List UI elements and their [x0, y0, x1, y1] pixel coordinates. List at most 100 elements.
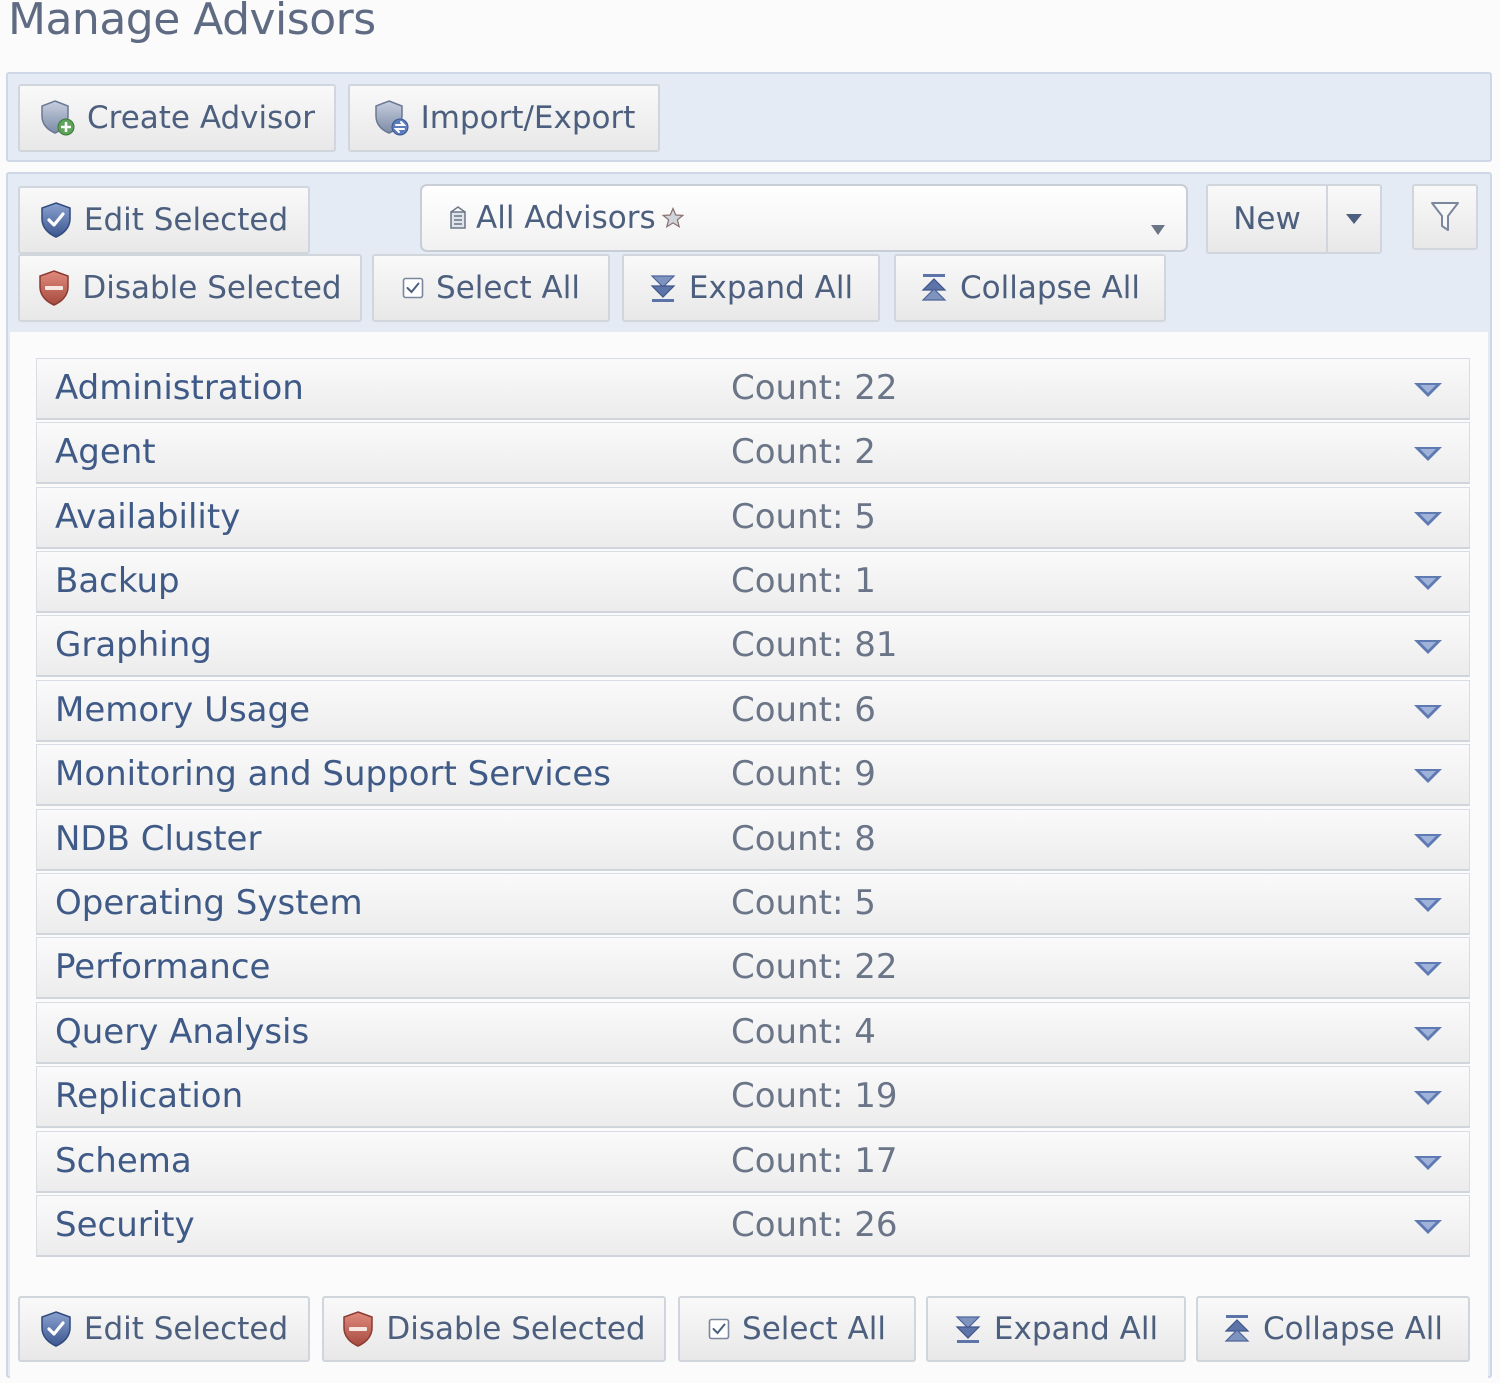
category-count: Count: 26 [731, 1205, 898, 1245]
category-count: Count: 81 [731, 625, 898, 665]
checkbox-icon [708, 1318, 730, 1340]
category-row-replication[interactable]: Replication Count: 19 [36, 1066, 1470, 1128]
category-count: Count: 22 [731, 368, 898, 408]
chevron-down-icon[interactable] [1413, 445, 1443, 467]
category-name: Backup [55, 561, 180, 601]
category-row-security[interactable]: Security Count: 26 [36, 1195, 1470, 1257]
chevron-down-icon[interactable] [1413, 832, 1443, 854]
category-name: Graphing [55, 625, 212, 665]
category-row-performance[interactable]: Performance Count: 22 [36, 937, 1470, 999]
category-count: Count: 8 [731, 819, 876, 859]
chevron-down-icon[interactable] [1413, 574, 1443, 596]
advisor-filter-select[interactable]: All Advisors [420, 184, 1188, 252]
category-count: Count: 6 [731, 690, 876, 730]
category-name: NDB Cluster [55, 819, 262, 859]
double-chevron-up-icon [1223, 1314, 1251, 1344]
category-row-administration[interactable]: Administration Count: 22 [36, 358, 1470, 420]
chevron-down-icon[interactable] [1413, 638, 1443, 660]
disable-selected-label: Disable Selected [82, 270, 342, 306]
import-export-label: Import/Export [420, 100, 636, 136]
category-name: Performance [55, 947, 271, 987]
category-name: Administration [55, 368, 304, 408]
category-row-ndb-cluster[interactable]: NDB Cluster Count: 8 [36, 809, 1470, 871]
category-name: Operating System [55, 883, 363, 923]
shield-check-icon [40, 202, 72, 238]
select-all-label: Select All [436, 270, 580, 306]
bottom-disable-selected-button[interactable]: Disable Selected [322, 1296, 666, 1362]
shield-minus-icon [342, 1311, 374, 1347]
star-icon [661, 207, 684, 229]
new-filter-label: New [1233, 201, 1301, 237]
filter-button[interactable] [1412, 184, 1478, 250]
chevron-down-icon[interactable] [1413, 1089, 1443, 1111]
category-row-query-analysis[interactable]: Query Analysis Count: 4 [36, 1002, 1470, 1064]
checkbox-icon [402, 277, 424, 299]
new-filter-button[interactable]: New [1206, 184, 1326, 254]
expand-all-label: Expand All [688, 270, 854, 306]
chevron-down-icon[interactable] [1413, 510, 1443, 532]
category-name: Memory Usage [55, 690, 311, 730]
category-count: Count: 4 [731, 1012, 876, 1052]
edit-selected-button[interactable]: Edit Selected [18, 186, 310, 254]
category-name: Query Analysis [55, 1012, 310, 1052]
bottom-edit-selected-label: Edit Selected [83, 1311, 289, 1347]
double-chevron-down-icon [954, 1314, 982, 1344]
advisor-actions-toolbar: Create Advisor Import/Export [6, 72, 1492, 162]
bottom-edit-selected-button[interactable]: Edit Selected [18, 1296, 310, 1362]
advisor-category-list: Administration Count: 22 Agent Count: 2 … [10, 332, 1488, 1383]
shield-check-icon [40, 1311, 72, 1347]
bottom-disable-selected-label: Disable Selected [386, 1311, 646, 1347]
category-name: Agent [55, 432, 156, 472]
category-row-agent[interactable]: Agent Count: 2 [36, 422, 1470, 484]
advisors-panel: Edit Selected All Advisors New Disable S… [6, 172, 1492, 1383]
building-icon [448, 206, 468, 230]
chevron-down-icon [1150, 208, 1166, 244]
shield-minus-icon [38, 270, 70, 306]
category-count: Count: 2 [731, 432, 876, 472]
chevron-down-icon[interactable] [1413, 703, 1443, 725]
category-name: Availability [55, 497, 241, 537]
category-row-monitoring-and-support-services[interactable]: Monitoring and Support Services Count: 9 [36, 744, 1470, 806]
new-filter-dropdown[interactable] [1326, 184, 1382, 254]
category-count: Count: 19 [731, 1076, 898, 1116]
category-row-graphing[interactable]: Graphing Count: 81 [36, 615, 1470, 677]
bottom-expand-all-button[interactable]: Expand All [926, 1296, 1186, 1362]
double-chevron-down-icon [649, 273, 677, 303]
select-all-button[interactable]: Select All [372, 254, 610, 322]
disable-selected-button[interactable]: Disable Selected [18, 254, 362, 322]
chevron-down-icon[interactable] [1413, 896, 1443, 918]
bottom-select-all-label: Select All [742, 1311, 886, 1347]
category-count: Count: 5 [731, 497, 876, 537]
category-name: Security [55, 1205, 195, 1245]
advisor-filter-value: All Advisors [476, 200, 656, 236]
collapse-all-label: Collapse All [959, 270, 1141, 306]
category-count: Count: 5 [731, 883, 876, 923]
bottom-expand-all-label: Expand All [993, 1311, 1159, 1347]
category-row-operating-system[interactable]: Operating System Count: 5 [36, 873, 1470, 935]
category-name: Monitoring and Support Services [55, 754, 611, 794]
category-name: Schema [55, 1141, 192, 1181]
import-export-button[interactable]: Import/Export [348, 84, 660, 152]
category-name: Replication [55, 1076, 244, 1116]
create-advisor-label: Create Advisor [86, 100, 316, 136]
category-row-backup[interactable]: Backup Count: 1 [36, 551, 1470, 613]
bottom-collapse-all-label: Collapse All [1262, 1311, 1444, 1347]
page-title: Manage Advisors [8, 0, 376, 45]
expand-all-button[interactable]: Expand All [622, 254, 880, 322]
chevron-down-icon[interactable] [1413, 1218, 1443, 1240]
bottom-collapse-all-button[interactable]: Collapse All [1196, 1296, 1470, 1362]
category-count: Count: 9 [731, 754, 876, 794]
chevron-down-icon[interactable] [1413, 1154, 1443, 1176]
chevron-down-icon[interactable] [1413, 960, 1443, 982]
category-row-availability[interactable]: Availability Count: 5 [36, 487, 1470, 549]
create-advisor-button[interactable]: Create Advisor [18, 84, 336, 152]
category-row-memory-usage[interactable]: Memory Usage Count: 6 [36, 680, 1470, 742]
bottom-select-all-button[interactable]: Select All [678, 1296, 916, 1362]
collapse-all-button[interactable]: Collapse All [894, 254, 1166, 322]
funnel-icon [1430, 200, 1460, 234]
chevron-down-icon[interactable] [1413, 381, 1443, 403]
chevron-down-icon[interactable] [1413, 1025, 1443, 1047]
category-row-schema[interactable]: Schema Count: 17 [36, 1131, 1470, 1193]
chevron-down-icon[interactable] [1413, 767, 1443, 789]
category-count: Count: 22 [731, 947, 898, 987]
